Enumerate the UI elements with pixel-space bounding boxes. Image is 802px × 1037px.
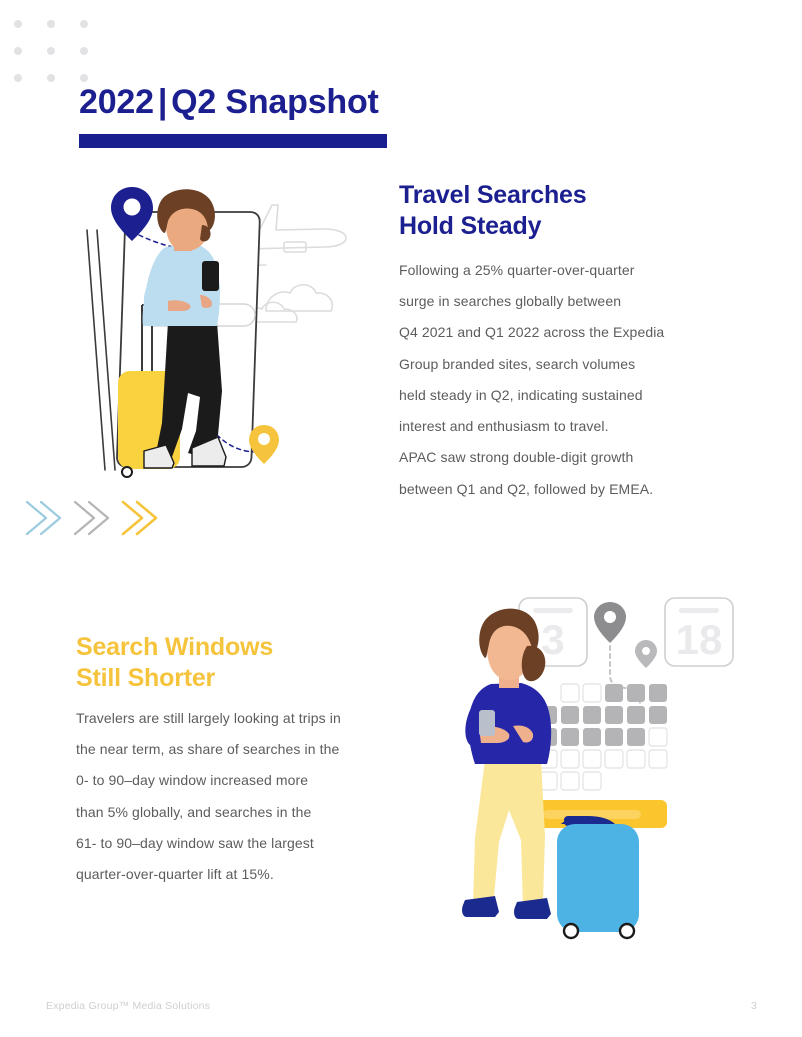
yellow-map-pin — [249, 425, 279, 464]
body-line: than 5% globally, and searches in the — [76, 803, 312, 820]
dot — [80, 47, 88, 55]
body-line: the near term, as share of searches in t… — [76, 741, 340, 758]
section-heading-travel-searches: Travel Searches Hold Steady — [399, 180, 729, 241]
dot — [80, 20, 88, 28]
heading-line-2: Hold Steady — [399, 211, 542, 240]
page-title-year: 2022 — [79, 83, 154, 121]
body-line: held steady in Q2, indicating sustained — [399, 386, 643, 403]
dot — [14, 74, 22, 82]
page-title-separator: | — [157, 83, 168, 121]
chevron-blue-icon — [25, 500, 62, 536]
body-line: interest and enthusiasm to travel. — [399, 418, 609, 435]
traveler-figure — [462, 608, 552, 919]
blue-suitcase — [557, 816, 639, 940]
body-line: APAC saw strong double-digit growth — [399, 449, 634, 466]
route-pins-group — [594, 602, 657, 711]
illustration-search-windows: 3 18 — [443, 592, 735, 944]
dot — [47, 74, 55, 82]
dot — [14, 20, 22, 28]
decorative-dot-grid — [14, 20, 94, 82]
page-title: 2022 | Q2 Snapshot — [79, 83, 379, 121]
body-line: surge in searches globally between — [399, 293, 622, 310]
section-body-travel-searches: Following a 25% quarter-over-quarter sur… — [399, 255, 729, 505]
page-number: 3 — [751, 1000, 757, 1012]
dot — [80, 74, 88, 82]
chevron-gray-icon — [73, 500, 110, 536]
body-line: Travelers are still largely looking at t… — [76, 710, 341, 726]
dot — [47, 20, 55, 28]
calendar-start-day: 3 — [541, 616, 564, 663]
body-line: 0- to 90–day window increased more — [76, 772, 309, 789]
section-body-search-windows: Travelers are still largely looking at t… — [76, 703, 406, 890]
section-travel-searches: Travel Searches Hold Steady Following a … — [399, 180, 729, 505]
calendar-card-end: 18 — [664, 597, 734, 667]
body-line: Q4 2021 and Q1 2022 across the Expedia — [399, 324, 665, 341]
calendar-end-day: 18 — [676, 616, 723, 663]
body-line: between Q1 and Q2, followed by EMEA. — [399, 480, 654, 497]
body-line: quarter-over-quarter lift at 15%. — [76, 866, 274, 883]
chevron-decoration-group — [22, 492, 172, 544]
section-heading-search-windows: Search Windows Still Shorter — [76, 632, 406, 693]
chevron-yellow-icon — [121, 500, 158, 536]
footer-brand: Expedia Group™ Media Solutions — [46, 1000, 211, 1012]
page-title-text: Q2 Snapshot — [171, 83, 379, 121]
phone-edge-lines — [86, 229, 116, 471]
body-line: Following a 25% quarter-over-quarter — [399, 262, 635, 278]
heading-line-1: Travel Searches — [399, 181, 587, 209]
section-search-windows: Search Windows Still Shorter Travelers a… — [76, 632, 406, 890]
page-canvas: 2022 | Q2 Snapshot Travel Searches Hold … — [0, 0, 802, 1037]
page-title-block: 2022 | Q2 Snapshot — [79, 83, 379, 121]
title-underline-bar — [79, 134, 387, 148]
body-line: Group branded sites, search volumes — [399, 355, 636, 372]
dot — [14, 47, 22, 55]
heading-line-1: Search Windows — [76, 633, 274, 661]
dot — [47, 47, 55, 55]
illustration-travel-searches — [86, 185, 368, 485]
heading-line-2: Still Shorter — [76, 663, 216, 692]
body-line: 61- to 90–day window saw the largest — [76, 834, 314, 851]
